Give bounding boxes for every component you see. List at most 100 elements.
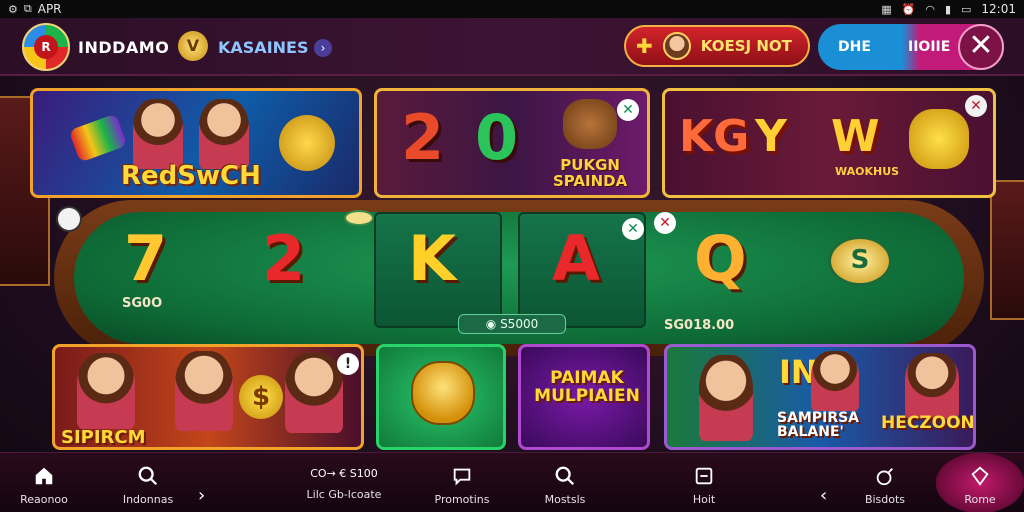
plus-icon: ✚ <box>636 34 653 58</box>
nav-label: Mostsls <box>544 493 586 506</box>
game-tile-3[interactable]: PAIMAK MULPIAIEN <box>518 344 650 450</box>
character-image <box>199 99 249 169</box>
app-root: ⚙ ⧉ APR ▦ ⏰ ◠ ▮ ▭ 12:01 R INDDAMO V KASA… <box>0 0 1024 512</box>
banner-letters: W <box>831 111 880 162</box>
logo-icon: R <box>34 35 58 59</box>
bottom-nav: Reaonoo Indonnas › CO→ € S100 Lilc Gb-lc… <box>0 452 1024 512</box>
status-label: APR <box>37 2 62 16</box>
game-tile-1[interactable]: $ ! SIPIRCM <box>52 344 364 450</box>
top-bar: R INDDAMO V KASAINES › ✚ KOESJ NOT DHE I… <box>0 18 1024 76</box>
nav-label: Indonnas <box>122 493 174 506</box>
mascot-icon <box>909 109 969 169</box>
wifi-icon: ◠ <box>925 2 935 16</box>
character-image <box>133 99 183 169</box>
chevron-right-icon[interactable]: › <box>198 485 205 506</box>
banner-subtitle: WAOKHUS <box>835 165 900 178</box>
symbol-amount: SG0O <box>122 296 163 311</box>
tile-subtitle-line: SAMPIRSA <box>777 410 860 426</box>
chat-icon <box>453 468 471 486</box>
tile-subtitle-line: BALANE' <box>777 424 844 440</box>
character-image <box>905 353 959 419</box>
tile-title: SIPIRCM <box>61 427 146 448</box>
close-icon[interactable]: ✕ <box>654 212 676 234</box>
close-icon[interactable]: ✕ <box>617 99 639 121</box>
search-icon <box>138 466 158 486</box>
symbol-seven: 7 <box>124 222 168 295</box>
vip-badge-icon[interactable]: V <box>178 31 208 61</box>
character-image <box>175 351 233 431</box>
tile-title-right: HECZOON <box>881 413 975 433</box>
cast-icon: ⧉ <box>23 2 32 15</box>
game-tile-4[interactable]: INO SAMPIRSA BALANE' HECZOON <box>664 344 976 450</box>
character-image <box>699 355 753 441</box>
nav-item-mostsls[interactable]: Mostsls <box>530 453 600 512</box>
close-icon[interactable]: ✕ <box>622 218 644 240</box>
sub-brand-link[interactable]: KASAINES <box>218 38 308 57</box>
banner-title: RedSwCH <box>121 161 261 191</box>
register-button[interactable]: IIOIIE <box>908 39 950 55</box>
banner-letters: Y <box>755 111 787 162</box>
nav-item-wallet[interactable]: CO→ € S100 Lilc Gb-lcoate <box>290 453 398 512</box>
bear-mascot-icon <box>411 361 475 425</box>
banner-number: 0 <box>475 101 519 174</box>
banner-subtitle-line: SPAINDA <box>553 172 628 190</box>
symbol-k: K <box>408 222 457 295</box>
avatar <box>662 32 691 60</box>
chevron-right-icon[interactable]: › <box>314 39 332 57</box>
promo-banner-3[interactable]: KG Y W WAOKHUS ✕ <box>662 88 996 198</box>
banner-subtitle-line: PUKGN <box>560 156 620 174</box>
reel-icon <box>68 113 128 163</box>
symbol-amount: SG018.00 <box>664 318 735 333</box>
nav-label: Rome <box>964 493 996 506</box>
close-icon[interactable]: ✕ <box>958 24 1004 70</box>
nav-item-home[interactable]: Reaonoo <box>8 453 80 512</box>
bonus-label: KOESJ NOT <box>700 37 792 55</box>
login-button[interactable]: DHE <box>838 39 896 55</box>
nav-label: Hoit <box>692 493 716 506</box>
bonus-button[interactable]: ✚ KOESJ NOT <box>624 25 810 67</box>
banner-number: 2 <box>401 101 445 174</box>
symbol-q: Q <box>694 222 747 295</box>
settings-icon: ⚙ <box>8 2 18 16</box>
nav-item-hoit[interactable]: Hoit <box>672 453 736 512</box>
pot-amount: ◉ S5000 <box>458 314 566 334</box>
coin-icon: $ <box>239 375 283 419</box>
pot-value: S5000 <box>500 317 539 331</box>
tile-title-line: PAIMAK <box>550 368 624 388</box>
wallet-balance: CO→ € S100 <box>310 467 378 480</box>
card-icon <box>695 467 713 485</box>
nav-label: Lilc Gb-lcoate <box>306 488 382 501</box>
promo-banner-2[interactable]: 2 0 ✕ PUKGN SPAINDA <box>374 88 650 198</box>
promo-banner-1[interactable]: RedSwCH <box>30 88 362 198</box>
tile-subtitle: SAMPIRSA BALANE' <box>777 411 859 439</box>
vibrate-icon: ▦ <box>881 2 892 16</box>
nav-label: Reaonoo <box>20 493 68 506</box>
banner-letters: KG <box>679 111 750 162</box>
nav-item-search[interactable]: Indonnas <box>108 453 188 512</box>
symbol-a: A <box>552 222 600 295</box>
status-time: 12:01 <box>981 2 1016 16</box>
close-icon[interactable]: ✕ <box>965 95 987 117</box>
symbol-two: 2 <box>262 222 306 295</box>
tile-title: PAIMAK MULPIAIEN <box>531 369 643 405</box>
diamond-icon <box>971 466 989 486</box>
info-icon[interactable]: ! <box>337 353 359 375</box>
chip-icon <box>344 210 374 226</box>
brand-name: INDDAMO <box>78 38 170 57</box>
bomb-icon <box>876 468 893 486</box>
tile-title-line: MULPIAIEN <box>534 386 640 406</box>
character-image <box>811 351 859 411</box>
nav-item-rome[interactable]: Rome <box>936 453 1024 512</box>
coin-icon: ◉ <box>485 317 501 331</box>
nav-label: Promotins <box>434 493 490 506</box>
game-tile-2[interactable] <box>376 344 506 450</box>
banner-subtitle: PUKGN SPAINDA <box>553 157 627 189</box>
coin-icon: S <box>828 236 892 286</box>
brand-logo[interactable]: R <box>22 23 70 71</box>
nav-item-promotions[interactable]: Promotins <box>424 453 500 512</box>
nav-item-bisdots[interactable]: Bisdots <box>850 453 920 512</box>
chevron-left-icon[interactable]: ‹ <box>820 485 827 506</box>
trophy-icon <box>279 115 335 171</box>
search-icon <box>555 466 575 486</box>
character-image <box>285 353 343 433</box>
